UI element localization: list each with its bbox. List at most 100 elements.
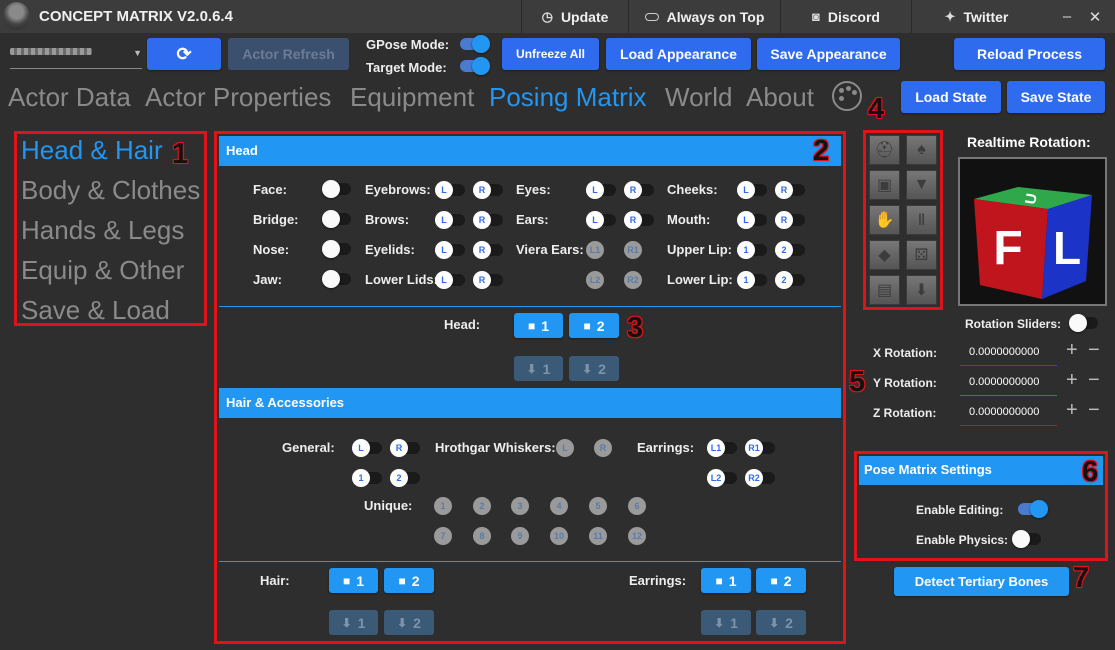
actor-refresh-button[interactable]: Actor Refresh (228, 38, 349, 70)
earrings-save-1-button[interactable]: ■ 1 (701, 568, 751, 593)
x-rotation-input[interactable]: 0.0000000000 (960, 339, 1057, 366)
shirt-icon[interactable]: ▼ (906, 170, 937, 200)
unique-6-toggle[interactable]: 6 (628, 497, 662, 515)
upper-lip-1-toggle[interactable]: 1 (737, 241, 771, 259)
earrings-r1-toggle[interactable]: R1 (745, 439, 779, 457)
minimize-button[interactable]: – (1052, 0, 1082, 33)
load-state-button[interactable]: Load State (901, 81, 1001, 113)
unique-12-toggle[interactable]: 12 (628, 527, 662, 545)
earrings-r2-toggle[interactable]: R2 (745, 469, 779, 487)
unique-3-toggle[interactable]: 3 (511, 497, 545, 515)
z-plus-icon[interactable]: + (1066, 399, 1078, 422)
y-rotation-input[interactable]: 0.0000000000 (960, 369, 1057, 396)
general-l-toggle[interactable]: L (352, 439, 386, 457)
head-load-2-button[interactable]: ⬇ 2 (569, 356, 619, 381)
z-rotation-input[interactable]: 0.0000000000 (960, 399, 1057, 426)
bridge-toggle[interactable] (322, 210, 354, 228)
save-state-button[interactable]: Save State (1007, 81, 1105, 113)
accessory-icon[interactable]: ◆ (869, 240, 900, 270)
dice-icon[interactable]: ⚄ (906, 240, 937, 270)
eyelids-l-toggle[interactable]: L (435, 241, 469, 259)
hair-save-2-button[interactable]: ■ 2 (384, 568, 434, 593)
sidebar-item-body-clothes[interactable]: Body & Clothes (21, 175, 200, 206)
nose-toggle[interactable] (322, 240, 354, 258)
sidebar-item-equip-other[interactable]: Equip & Other (21, 255, 184, 286)
ears-l-toggle[interactable]: L (586, 211, 620, 229)
tab-actor-properties[interactable]: Actor Properties (145, 82, 331, 113)
head-save-1-button[interactable]: ■ 1 (514, 313, 563, 338)
tab-equipment[interactable]: Equipment (350, 82, 474, 113)
unique-10-toggle[interactable]: 10 (550, 527, 584, 545)
hair-icon[interactable]: ♠ (906, 135, 937, 165)
eyes-r-toggle[interactable]: R (624, 181, 658, 199)
viera-ears-r1-toggle[interactable]: R1 (624, 241, 658, 259)
whiskers-r-toggle[interactable]: R (594, 439, 628, 457)
unique-9-toggle[interactable]: 9 (511, 527, 545, 545)
eyebrows-r-toggle[interactable]: R (473, 181, 507, 199)
lower-lids-l-toggle[interactable]: L (435, 271, 469, 289)
tab-world[interactable]: World (665, 82, 732, 113)
tab-about[interactable]: About (746, 82, 814, 113)
detect-tertiary-bones-button[interactable]: Detect Tertiary Bones (894, 567, 1069, 596)
enable-physics-toggle[interactable] (1012, 530, 1044, 548)
palette-icon[interactable] (832, 81, 862, 111)
hair-load-2-button[interactable]: ⬇ 2 (384, 610, 434, 635)
y-minus-icon[interactable]: − (1088, 369, 1100, 392)
unfreeze-all-button[interactable]: Unfreeze All (502, 38, 599, 70)
unique-11-toggle[interactable]: 11 (589, 527, 623, 545)
always-on-top-button[interactable]: Always on Top (628, 0, 780, 33)
y-plus-icon[interactable]: + (1066, 369, 1078, 392)
head-load-1-button[interactable]: ⬇ 1 (514, 356, 563, 381)
unique-1-toggle[interactable]: 1 (434, 497, 468, 515)
tab-posing-matrix[interactable]: Posing Matrix (489, 82, 647, 113)
tab-actor-data[interactable]: Actor Data (8, 82, 131, 113)
unique-2-toggle[interactable]: 2 (473, 497, 507, 515)
target-mode-toggle[interactable] (457, 57, 490, 75)
hand-icon[interactable]: ✋ (869, 205, 900, 235)
cheeks-r-toggle[interactable]: R (775, 181, 809, 199)
z-minus-icon[interactable]: − (1088, 399, 1100, 422)
viera-ears-l1-toggle[interactable]: L1 (586, 241, 620, 259)
cheeks-l-toggle[interactable]: L (737, 181, 771, 199)
earrings-l2-toggle[interactable]: L2 (707, 469, 741, 487)
unique-7-toggle[interactable]: 7 (434, 527, 468, 545)
twitter-button[interactable]: ✦ Twitter (911, 0, 1041, 33)
ears-r-toggle[interactable]: R (624, 211, 658, 229)
refresh-button[interactable]: ⟳ (147, 38, 221, 70)
unique-8-toggle[interactable]: 8 (473, 527, 507, 545)
reload-process-button[interactable]: Reload Process (954, 38, 1105, 70)
sidebar-item-hands-legs[interactable]: Hands & Legs (21, 215, 184, 246)
earrings-l1-toggle[interactable]: L1 (707, 439, 741, 457)
save-appearance-button[interactable]: Save Appearance (757, 38, 900, 70)
earrings-load-1-button[interactable]: ⬇ 1 (701, 610, 751, 635)
mouth-l-toggle[interactable]: L (737, 211, 771, 229)
jaw-toggle[interactable] (322, 270, 354, 288)
lower-lip-2-toggle[interactable]: 2 (775, 271, 809, 289)
unique-4-toggle[interactable]: 4 (550, 497, 584, 515)
helmet-icon[interactable]: ⛑ (869, 135, 900, 165)
rotation-sliders-toggle[interactable] (1069, 314, 1101, 332)
eyebrows-l-toggle[interactable]: L (435, 181, 469, 199)
gpose-mode-toggle[interactable] (457, 35, 490, 53)
lower-lip-1-toggle[interactable]: 1 (737, 271, 771, 289)
x-minus-icon[interactable]: − (1088, 339, 1100, 362)
hair-load-1-button[interactable]: ⬇ 1 (329, 610, 378, 635)
general-r-toggle[interactable]: R (390, 439, 424, 457)
brows-l-toggle[interactable]: L (435, 211, 469, 229)
earrings-load-2-button[interactable]: ⬇ 2 (756, 610, 806, 635)
sidebar-item-save-load[interactable]: Save & Load (21, 295, 170, 326)
lower-lids-r-toggle[interactable]: R (473, 271, 507, 289)
discord-button[interactable]: ◙ Discord (780, 0, 911, 33)
armor-icon[interactable]: ▣ (869, 170, 900, 200)
load-appearance-button[interactable]: Load Appearance (606, 38, 751, 70)
rotation-cube-viewport[interactable]: F L U (958, 157, 1107, 306)
hair-save-1-button[interactable]: ■ 1 (329, 568, 378, 593)
legs-icon[interactable]: Ⅱ (906, 205, 937, 235)
update-button[interactable]: ◷ Update (521, 0, 628, 33)
x-plus-icon[interactable]: + (1066, 339, 1078, 362)
enable-editing-toggle[interactable] (1015, 500, 1048, 518)
viera-ears-r2-toggle[interactable]: R2 (624, 271, 658, 289)
mouth-r-toggle[interactable]: R (775, 211, 809, 229)
eyelids-r-toggle[interactable]: R (473, 241, 507, 259)
viera-ears-l2-toggle[interactable]: L2 (586, 271, 620, 289)
